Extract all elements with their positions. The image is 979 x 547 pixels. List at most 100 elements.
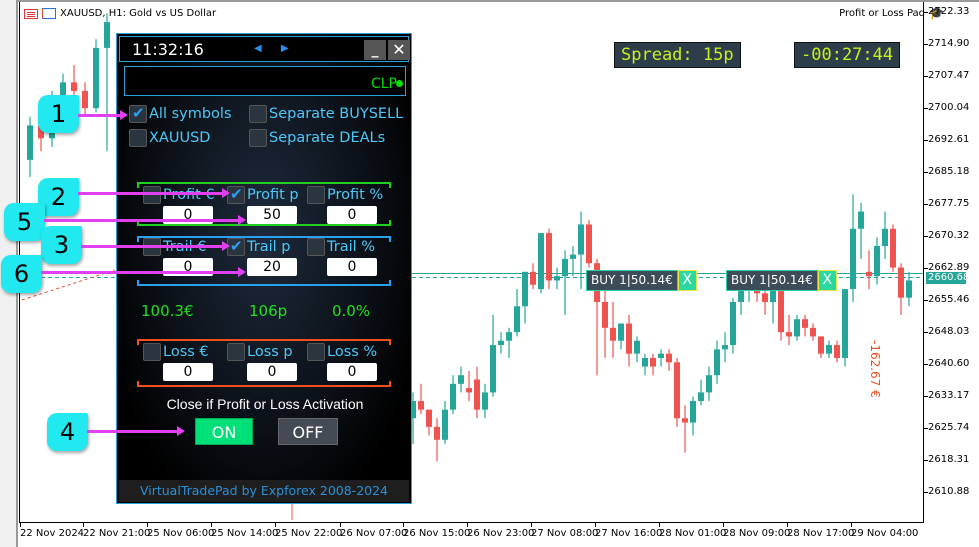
profit-option[interactable]: Profit € bbox=[143, 186, 215, 204]
callout-badge: 6 bbox=[1, 255, 42, 293]
loss-value-input[interactable]: 0 bbox=[247, 363, 297, 381]
option-separate-deals[interactable]: Separate DEALs bbox=[249, 129, 385, 147]
trail-value-input[interactable]: 0 bbox=[327, 258, 377, 276]
template-icon[interactable] bbox=[42, 8, 56, 19]
x-tick bbox=[531, 523, 532, 527]
y-tick-label: 2685.18 bbox=[928, 166, 970, 177]
list-icon[interactable] bbox=[24, 8, 38, 19]
loss-option[interactable]: Loss p bbox=[227, 343, 293, 361]
y-tick-label: 2633.17 bbox=[928, 390, 970, 401]
floating-loss-label: -162.67 € bbox=[868, 340, 882, 398]
callout-badge: 5 bbox=[4, 203, 45, 241]
x-tick bbox=[403, 523, 404, 527]
checkbox[interactable] bbox=[307, 186, 325, 204]
checkbox[interactable] bbox=[129, 129, 147, 147]
profit-value-input[interactable]: 0 bbox=[327, 206, 377, 224]
spread-display: Spread: 15p bbox=[614, 42, 741, 68]
virtual-trade-pad-panel: 11:32:16 ◀ ▶ _ ✕ CLP All symbols Separat… bbox=[116, 33, 412, 504]
x-tick-label: 25 Nov 14:00 bbox=[211, 528, 279, 539]
y-tick-label: 2692.61 bbox=[928, 134, 970, 145]
option-label: XAUUSD bbox=[149, 130, 211, 146]
option-symbol[interactable]: XAUUSD bbox=[129, 129, 210, 147]
panel-footer: VirtualTradePad by Expforex 2008-2024 bbox=[119, 480, 409, 502]
position-label-text: BUY 1|50.14€ bbox=[726, 270, 818, 291]
minimize-button[interactable]: _ bbox=[364, 40, 386, 60]
x-tick bbox=[83, 523, 84, 527]
x-tick-label: 26 Nov 15:00 bbox=[403, 528, 471, 539]
x-tick-label: 25 Nov 06:00 bbox=[147, 528, 215, 539]
position-label: BUY 1|50.14€ X bbox=[586, 270, 697, 291]
option-separate-buysell[interactable]: Separate BUYSELL bbox=[249, 105, 403, 123]
callout-arrow bbox=[78, 188, 230, 198]
current-price-tag: 2660.68 bbox=[926, 272, 970, 284]
y-tick-label: 2714.90 bbox=[928, 38, 970, 49]
trail-label: Trail p bbox=[247, 239, 291, 255]
chart-header: XAUUSD, H1: Gold vs US Dollar bbox=[24, 8, 216, 19]
profit-percent-stat: 0.0% bbox=[332, 302, 371, 320]
indicator-name-label: Profit or Loss Pad bbox=[839, 8, 925, 19]
off-button[interactable]: OFF bbox=[278, 418, 338, 445]
callout-arrow bbox=[41, 267, 246, 277]
loss-option[interactable]: Loss % bbox=[307, 343, 377, 361]
option-all-symbols[interactable]: All symbols bbox=[129, 104, 232, 123]
callout-badge: 1 bbox=[38, 95, 79, 133]
x-tick bbox=[787, 523, 788, 527]
checkbox[interactable] bbox=[129, 104, 147, 123]
y-tick-label: 2707.47 bbox=[928, 70, 970, 81]
x-tick bbox=[340, 523, 341, 527]
y-tick-label: 2670.32 bbox=[928, 230, 970, 241]
x-tick-label: 22 Nov 21:00 bbox=[83, 528, 151, 539]
checkbox[interactable] bbox=[143, 343, 161, 361]
profit-points-stat: 106p bbox=[249, 302, 288, 320]
callout-badge: 3 bbox=[41, 226, 82, 264]
checkbox[interactable] bbox=[249, 129, 267, 147]
x-tick bbox=[147, 523, 148, 527]
close-button[interactable]: ✕ bbox=[388, 40, 410, 60]
option-label: All symbols bbox=[149, 106, 232, 122]
close-position-button[interactable]: X bbox=[677, 270, 697, 291]
checkbox[interactable] bbox=[249, 105, 267, 123]
profit-option[interactable]: Profit % bbox=[307, 186, 383, 204]
trail-value-input[interactable]: 20 bbox=[247, 258, 297, 276]
loss-value-input[interactable]: 0 bbox=[327, 363, 377, 381]
chart-symbol-title: XAUUSD, H1: Gold vs US Dollar bbox=[60, 8, 217, 19]
loss-value-input[interactable]: 0 bbox=[163, 363, 213, 381]
status-dot-icon bbox=[396, 80, 403, 87]
profit-value-input[interactable]: 50 bbox=[247, 206, 297, 224]
clp-tab[interactable]: CLP bbox=[371, 76, 397, 92]
y-tick-label: 2722.33 bbox=[928, 6, 970, 17]
loss-option[interactable]: Loss € bbox=[143, 343, 209, 361]
x-tick bbox=[723, 523, 724, 527]
x-tick bbox=[851, 523, 852, 527]
y-tick-label: 2618.31 bbox=[928, 454, 970, 465]
callout-arrow bbox=[44, 215, 246, 225]
trail-label: Trail % bbox=[327, 239, 376, 255]
profit-option[interactable]: Profit p bbox=[227, 185, 299, 204]
checkbox[interactable] bbox=[307, 238, 325, 256]
y-tick-label: 2655.46 bbox=[928, 294, 970, 305]
checkbox[interactable] bbox=[143, 186, 161, 204]
x-tick bbox=[211, 523, 212, 527]
nav-arrows-icon[interactable]: ◀ ▶ bbox=[254, 43, 297, 54]
option-label: Separate DEALs bbox=[269, 130, 386, 146]
profit-label: Profit % bbox=[327, 187, 384, 203]
callout-arrow bbox=[81, 241, 230, 251]
mode-box: CLP bbox=[124, 66, 406, 96]
y-tick-label: 2677.75 bbox=[928, 198, 970, 209]
panel-title-bar[interactable]: 11:32:16 ◀ ▶ _ ✕ bbox=[119, 36, 410, 62]
position-label-text: BUY 1|50.14€ bbox=[586, 270, 678, 291]
x-tick bbox=[595, 523, 596, 527]
checkbox[interactable] bbox=[227, 343, 245, 361]
trail-option[interactable]: Trail p bbox=[227, 237, 291, 256]
close-position-button[interactable]: X bbox=[817, 270, 837, 291]
callout-badge: 4 bbox=[47, 413, 88, 451]
on-button[interactable]: ON bbox=[195, 418, 253, 445]
x-tick-label: 26 Nov 07:00 bbox=[340, 528, 408, 539]
activation-label: Close if Profit or Loss Activation bbox=[166, 396, 364, 412]
x-tick-label: 27 Nov 16:00 bbox=[595, 528, 663, 539]
profit-money-stat: 100.3€ bbox=[141, 302, 194, 320]
checkbox[interactable] bbox=[307, 343, 325, 361]
y-tick-label: 2648.03 bbox=[928, 326, 970, 337]
trail-option[interactable]: Trail % bbox=[307, 238, 375, 256]
x-tick bbox=[659, 523, 660, 527]
